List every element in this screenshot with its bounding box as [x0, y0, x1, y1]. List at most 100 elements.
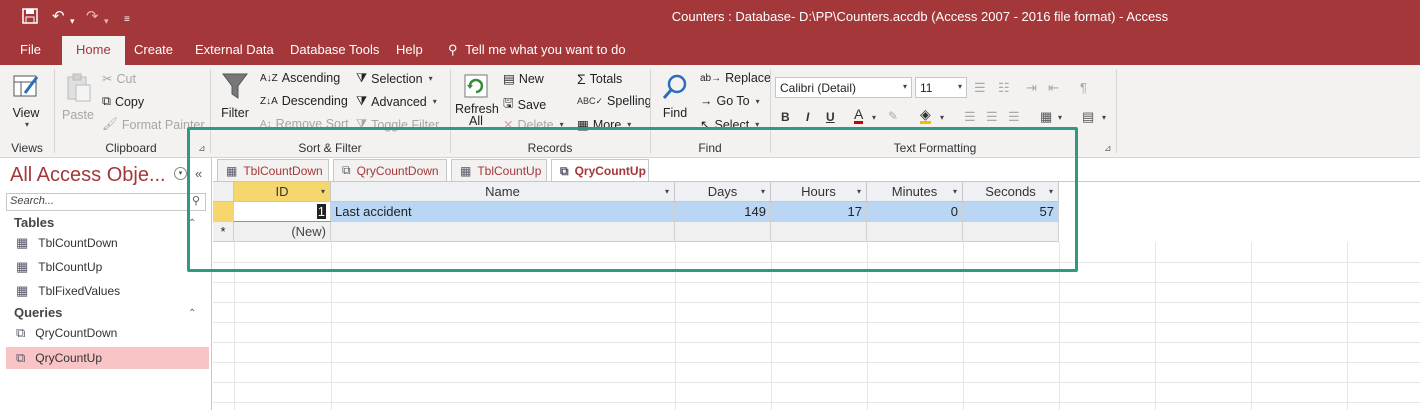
view-dropdown-icon: ▾ — [24, 120, 29, 129]
bullets-icon[interactable]: ☰ — [974, 80, 986, 96]
nav-menu-dropdown-icon[interactable]: ▾ — [174, 167, 187, 180]
nav-section-tables[interactable]: Tables — [14, 215, 54, 230]
tab-external-data[interactable]: External Data — [195, 42, 274, 57]
numbering-icon[interactable]: ☷ — [998, 80, 1010, 96]
view-button[interactable]: View ▾ — [8, 71, 44, 129]
goto-button[interactable]: → Go To ▾ — [700, 94, 760, 108]
goto-label: Go To — [716, 94, 750, 108]
bold-button[interactable]: B — [781, 110, 790, 124]
save-record-icon: 🖫 — [503, 96, 514, 110]
descending-button[interactable]: Z↓A Descending — [260, 94, 348, 108]
advanced-label: Advanced — [371, 94, 427, 109]
copy-icon: ⧉ — [102, 94, 111, 108]
advanced-filter-icon: ⧩ — [356, 94, 368, 108]
ribbon-tabs: File Home Create External Data Database … — [0, 36, 1420, 65]
new-record-icon: ▤ — [503, 72, 515, 86]
grid-line — [213, 402, 1420, 403]
ascending-button[interactable]: A↓Z Ascending — [260, 71, 340, 85]
spelling-label: Spelling — [607, 94, 652, 108]
nav-pane-title[interactable]: All Access Obje... — [10, 164, 166, 187]
cut-button[interactable]: ✂ Cut — [102, 71, 136, 87]
replace-button[interactable]: ab→ Replace — [700, 71, 771, 85]
paragraph-direction-icon[interactable]: ¶ — [1080, 80, 1087, 95]
align-left-icon[interactable]: ☰ — [964, 109, 976, 125]
indent-increase-icon[interactable]: ⇥ — [1026, 80, 1037, 96]
find-label: Find — [662, 106, 688, 120]
query-icon: ⧉ — [16, 350, 26, 365]
font-name-combo[interactable]: Calibri (Detail) ▾ — [775, 77, 912, 98]
table-icon: ▦ — [16, 235, 29, 250]
nav-item-label: TblFixedValues — [38, 284, 121, 298]
highlight-icon[interactable]: ✎ — [888, 109, 898, 123]
tell-me-box[interactable]: ⚲ Tell me what you want to do — [448, 42, 626, 58]
advanced-dropdown-icon: ▾ — [432, 97, 437, 106]
grid-line — [213, 362, 1420, 363]
nav-item-label: TblCountDown — [38, 236, 118, 250]
font-dropdown-icon: ▾ — [902, 82, 907, 91]
refresh-all-button[interactable]: Refresh All — [455, 73, 499, 127]
spelling-button[interactable]: ABC✓ Spelling — [577, 94, 652, 108]
alternate-row-color-icon[interactable]: ▤ — [1082, 109, 1094, 125]
totals-button[interactable]: Σ Totals — [577, 71, 622, 87]
nav-section-queries[interactable]: Queries — [14, 305, 62, 320]
tab-home[interactable]: Home — [62, 36, 125, 65]
text-formatting-launcher-icon[interactable]: ⊿ — [1104, 143, 1112, 154]
nav-item-label: QryCountUp — [35, 351, 102, 365]
group-separator — [1116, 69, 1117, 153]
gridlines-icon[interactable]: ▦ — [1040, 109, 1052, 125]
sort-ascending-icon: A↓Z — [260, 72, 278, 84]
font-color-icon[interactable]: A — [854, 107, 864, 124]
sigma-icon: Σ — [577, 71, 586, 87]
background-color-icon[interactable]: ◈ — [920, 107, 931, 124]
copy-button[interactable]: ⧉ Copy — [102, 94, 144, 109]
nav-item-tblcountdown[interactable]: ▦ TblCountDown — [6, 232, 209, 254]
font-size-combo[interactable]: 11 ▾ — [915, 77, 967, 98]
nav-item-qrycountup[interactable]: ⧉ QryCountUp — [6, 347, 209, 369]
paste-icon — [67, 73, 91, 102]
nav-item-qrycountdown[interactable]: ⧉ QryCountDown — [6, 322, 209, 344]
font-size-value: 11 — [920, 81, 933, 95]
ascending-label: Ascending — [281, 71, 341, 85]
filter-button[interactable]: Filter — [217, 71, 253, 120]
brush-icon: 🖌 — [102, 117, 118, 131]
view-icon — [13, 75, 39, 97]
background-color-dropdown-icon[interactable]: ▾ — [940, 113, 944, 122]
nav-search-input[interactable]: Search... — [6, 193, 206, 211]
paste-label: Paste — [62, 108, 94, 122]
new-record-button[interactable]: ▤ New — [503, 71, 544, 87]
tab-file[interactable]: File — [20, 42, 41, 57]
font-color-dropdown-icon[interactable]: ▾ — [872, 113, 876, 122]
selection-dropdown-icon: ▾ — [428, 74, 433, 83]
advanced-button[interactable]: ⧩ Advanced ▾ — [356, 94, 437, 109]
descending-label: Descending — [281, 94, 348, 108]
italic-button[interactable]: I — [806, 110, 809, 124]
align-right-icon[interactable]: ☰ — [1008, 109, 1020, 125]
alternate-row-color-dropdown-icon[interactable]: ▾ — [1102, 113, 1106, 122]
nav-item-tblcountup[interactable]: ▦ TblCountUp — [6, 256, 209, 278]
navigation-pane: All Access Obje... ▾ « Search... ⚲ Table… — [0, 158, 212, 410]
grid-line — [213, 322, 1420, 323]
scissors-icon: ✂ — [102, 72, 113, 86]
gridlines-dropdown-icon[interactable]: ▾ — [1058, 113, 1062, 122]
grid-line — [1347, 242, 1348, 410]
collapse-queries-icon[interactable]: ⌃ — [188, 308, 196, 319]
underline-button[interactable]: U — [826, 110, 835, 124]
nav-item-tblfixedvalues[interactable]: ▦ TblFixedValues — [6, 280, 209, 302]
find-button[interactable]: Find — [656, 73, 694, 120]
grid-line — [1251, 242, 1252, 410]
selection-button[interactable]: ⧩ Selection ▾ — [356, 71, 433, 86]
tab-database-tools[interactable]: Database Tools — [290, 42, 379, 57]
indent-decrease-icon[interactable]: ⇤ — [1048, 80, 1059, 96]
paste-button[interactable]: Paste — [60, 73, 96, 122]
tab-create[interactable]: Create — [134, 42, 173, 57]
align-center-icon[interactable]: ☰ — [986, 109, 998, 125]
grid-line — [213, 382, 1420, 383]
tab-help[interactable]: Help — [396, 42, 423, 57]
annotation-highlight-box — [187, 127, 1078, 272]
view-label: View — [12, 106, 40, 120]
replace-label: Replace — [725, 71, 771, 85]
filter-label: Filter — [221, 106, 249, 120]
save-label: Save — [517, 97, 547, 112]
save-record-button[interactable]: 🖫 Save — [503, 94, 546, 115]
lightbulb-icon: ⚲ — [448, 42, 458, 57]
